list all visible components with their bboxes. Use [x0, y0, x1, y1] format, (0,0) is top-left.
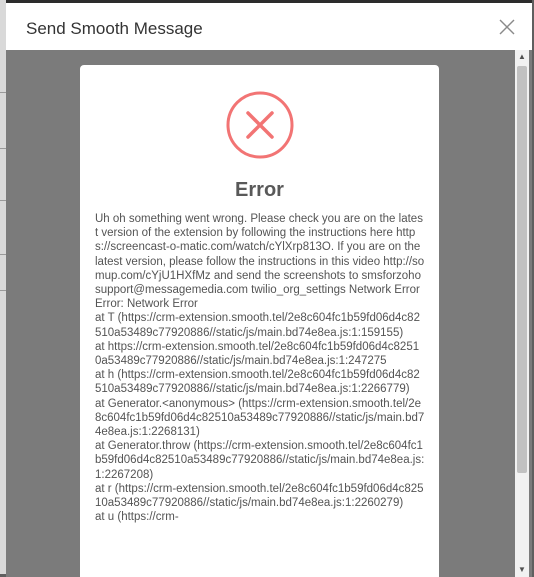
modal-content-overlay: Error Uh oh something went wrong. Please…: [6, 50, 532, 577]
scroll-down-arrow-icon[interactable]: ▼: [515, 563, 529, 577]
scrollbar[interactable]: ▲ ▼: [515, 50, 529, 577]
scroll-up-arrow-icon[interactable]: ▲: [515, 50, 529, 64]
send-smooth-message-modal: Send Smooth Message Error Uh oh somethin…: [6, 0, 532, 577]
error-dialog: Error Uh oh something went wrong. Please…: [80, 65, 439, 577]
error-x-icon: [226, 91, 294, 159]
error-title: Error: [235, 179, 284, 201]
close-button[interactable]: [496, 16, 518, 38]
close-icon: [499, 19, 515, 35]
scrollbar-thumb[interactable]: [517, 66, 527, 473]
modal-title: Send Smooth Message: [26, 19, 203, 38]
modal-header: Send Smooth Message: [6, 6, 532, 50]
error-message: Uh oh something went wrong. Please check…: [95, 213, 425, 524]
